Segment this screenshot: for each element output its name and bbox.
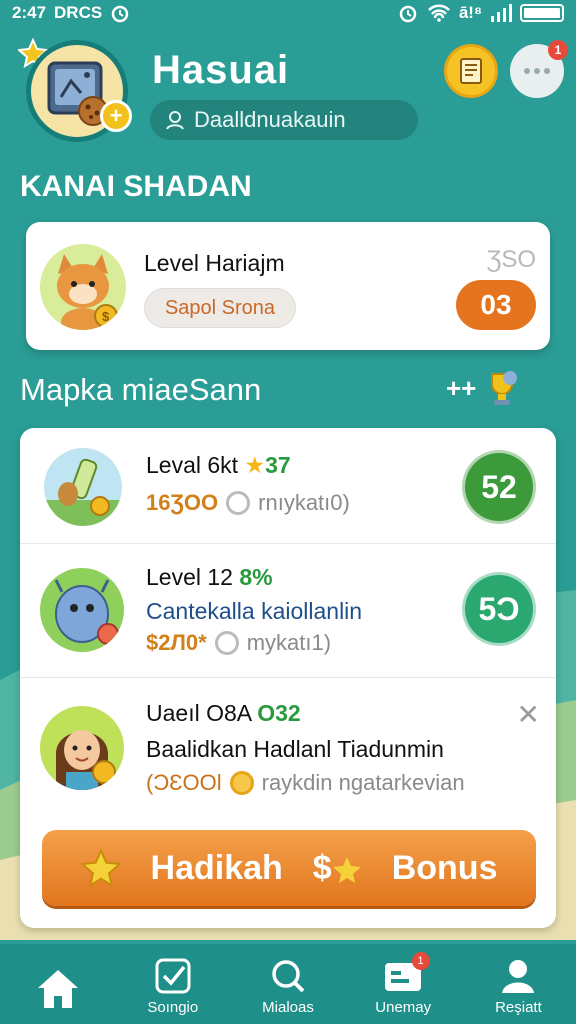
status-bar: 2:47 DRCS ā!⁸ <box>0 0 576 26</box>
nav-messages-badge: 1 <box>411 952 430 970</box>
bottom-nav: Soıngio Mialoas 1 Unemay Reşiatt <box>0 944 576 1024</box>
user-icon <box>166 111 184 130</box>
bonus-button[interactable]: Hadikah $ Bonus <box>42 830 536 906</box>
nav-tasks-label: Soıngio <box>147 999 199 1016</box>
star-icon <box>80 848 121 888</box>
row2-amount: $2Л0* <box>146 630 207 655</box>
signal-text: ā!⁸ <box>458 3 482 22</box>
status-carrier: DRCS <box>54 3 103 22</box>
nav-home[interactable] <box>0 944 115 1024</box>
list-item[interactable]: Leval 6kt ★37 16ƷOO rnıykatı0) 52 <box>20 428 556 544</box>
featured-small-value: ƷSO <box>486 246 536 273</box>
alarm-icon <box>111 5 129 23</box>
notification-badge: 1 <box>548 40 568 60</box>
row3-title: Uaeıl O8A <box>146 700 251 726</box>
home-icon <box>37 970 78 1008</box>
bonus-right-label: Bonus <box>391 848 498 887</box>
status-right: ā!⁸ <box>397 3 564 23</box>
row3-amount: (ϽƐOOl <box>146 770 222 795</box>
profile-header: + Hasuai Daalldnuakauin 1 <box>0 34 576 144</box>
add-avatar-button[interactable]: + <box>100 100 132 132</box>
trophy-icon[interactable] <box>484 368 520 408</box>
search-icon <box>272 960 305 993</box>
featured-count-badge[interactable]: 03 <box>456 280 536 330</box>
girl-character-icon <box>40 706 124 790</box>
username-pill[interactable]: Daalldnuakauin <box>150 100 418 140</box>
journal-button[interactable] <box>444 44 498 98</box>
user-icon <box>502 960 535 993</box>
nav-messages-label: Unemay <box>375 999 432 1016</box>
alarm-icon-right <box>399 5 417 23</box>
app-title: Hasuai <box>152 48 290 92</box>
more-button[interactable]: 1 <box>510 40 568 98</box>
score-badge[interactable]: 52 <box>462 450 536 524</box>
battery-icon <box>520 4 564 22</box>
featured-tag-pill[interactable]: Sapol Srona <box>144 288 296 328</box>
list-item-title: Leval 6kt ★37 <box>146 452 291 479</box>
wifi-icon <box>427 4 450 22</box>
nav-profile[interactable]: Reşiatt <box>461 944 576 1024</box>
svg-text:$: $ <box>102 309 110 324</box>
fox-character-icon: $ <box>40 244 126 330</box>
list-item-sub: $2Л0* mykatı1) <box>146 630 331 656</box>
list-item-title: Uaeıl O8A O32 <box>146 700 301 727</box>
status-time: 2:47 <box>12 3 47 22</box>
row2-meta: mykatı1) <box>246 630 332 655</box>
monster-character-icon <box>40 568 124 652</box>
level-list-card: Leval 6kt ★37 16ƷOO rnıykatı0) 52 Level … <box>20 428 556 928</box>
clock-icon <box>214 631 239 655</box>
status-left: 2:47 DRCS <box>12 3 130 23</box>
row3-meta: raykdin ngatarkevian <box>261 770 465 795</box>
star-icon: ★ <box>244 452 266 478</box>
bonus-mid-label: $ <box>313 849 362 888</box>
checkbox-icon <box>155 958 191 994</box>
coin-icon <box>229 771 254 795</box>
list-header-actions[interactable]: ++ <box>446 368 520 408</box>
featured-level-card[interactable]: $ Level Hariajm Sapol Srona ƷSO 03 <box>26 222 550 350</box>
list-item-sub: (ϽƐOOl raykdin ngatarkevian <box>146 770 465 796</box>
list-item[interactable]: Level 12 8% Cantekalla kaiollanlin $2Л0*… <box>20 544 556 678</box>
add-plus-text[interactable]: ++ <box>446 373 476 404</box>
nav-search-label: Mialoas <box>262 999 314 1016</box>
row2-description: Cantekalla kaiollanlin <box>146 598 363 624</box>
row3-description: Baalidkan Hadlanl Tiadunmin <box>146 736 444 762</box>
list-item-sub: 16ƷOO rnıykatı0) <box>146 490 350 516</box>
nav-tasks[interactable]: Soıngio <box>115 944 230 1024</box>
close-icon[interactable]: ✕ <box>517 698 540 731</box>
more-dots-icon <box>524 68 550 74</box>
nav-search[interactable]: Mialoas <box>230 944 345 1024</box>
row1-meta: rnıykatı0) <box>258 490 350 515</box>
bonus-left-label: Hadikah <box>150 848 283 887</box>
row1-title: Leval 6kt <box>146 452 239 478</box>
sparkle-icon <box>332 856 361 883</box>
row2-accent: 8% <box>239 564 273 590</box>
row3-accent: O32 <box>257 700 301 726</box>
section-title-top: KANAI SHADAN <box>20 170 252 203</box>
score-badge[interactable]: 5Ɔ <box>462 572 536 646</box>
row1-amount: 16ƷOO <box>146 490 219 515</box>
row2-title: Level 12 <box>146 564 233 590</box>
notebook-icon <box>460 58 482 84</box>
signal-bars-icon <box>491 4 512 22</box>
username-text: Daalldnuakauin <box>194 107 346 132</box>
list-item[interactable]: Uaeıl O8A O32 Baalidkan Hadlanl Tiadunmi… <box>20 678 556 818</box>
bottle-character-icon <box>44 448 122 526</box>
row1-accent: 37 <box>265 452 291 478</box>
featured-level-label: Level Hariajm <box>144 250 285 276</box>
list-item-title: Level 12 8% <box>146 564 273 591</box>
nav-profile-label: Reşiatt <box>495 999 542 1016</box>
nav-messages[interactable]: 1 Unemay <box>346 944 461 1024</box>
section-title-list: Mapka miaeSann <box>20 372 262 407</box>
clock-icon <box>226 491 251 515</box>
bonus-currency: $ <box>312 848 332 887</box>
